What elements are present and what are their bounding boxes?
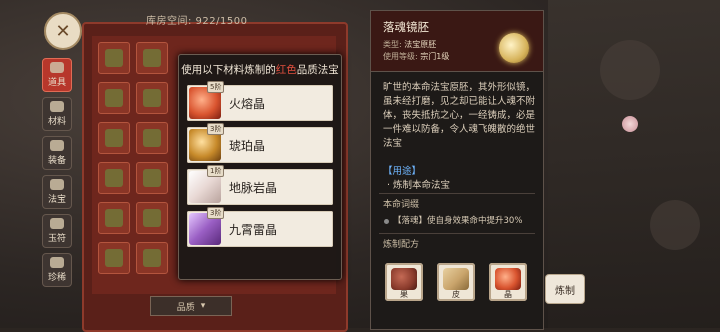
popup-title-quality: 红色 [275, 64, 297, 76]
tier-badge: 5阶 [207, 81, 225, 93]
item-detail-panel: 落魂镜胚 类型: 法宝原胚 使用等级: 宗门1级 旷世的本命法宝原胚，其外形似镜… [370, 10, 544, 330]
tab-materials[interactable]: 材料 [42, 97, 72, 131]
quality-label: 品质 [176, 302, 195, 313]
storage-cell[interactable] [136, 42, 168, 74]
flower-icon [622, 116, 638, 132]
storage-cell[interactable] [98, 42, 130, 74]
recipe-label: 皮 [452, 290, 460, 299]
jade-talisman-icon [50, 218, 64, 229]
ore-icon [50, 101, 64, 112]
chevron-down-icon: ▾ [200, 301, 206, 311]
affix-header: 本命词缀 [383, 200, 420, 210]
popup-title: 使用以下材料炼制的红色品质法宝 [179, 62, 341, 77]
craft-button[interactable]: 炼制 [546, 275, 584, 303]
recipe-slot[interactable]: 晶 [489, 263, 527, 301]
recipe-label: 果 [400, 290, 408, 299]
item-icon [143, 89, 161, 107]
tab-label: 材料 [47, 117, 66, 127]
divider [379, 233, 535, 234]
tab-label: 装备 [47, 156, 66, 166]
item-icon [105, 249, 123, 267]
material-item[interactable]: 1阶 地脉岩晶 [187, 165, 333, 205]
tab-label: 珍稀 [47, 273, 66, 283]
close-button[interactable]: ✕ [44, 12, 82, 50]
divider [379, 193, 535, 194]
bullet-icon [384, 219, 389, 224]
usage-text: · 炼制本命法宝 [387, 180, 451, 191]
recipe-slot[interactable]: 皮 [437, 263, 475, 301]
item-description: 旷世的本命法宝原胚，其外形似镜，虽未经打磨，见之却已能让人魂不附体，丧失抵抗之心… [383, 82, 536, 149]
category-nav: 道具 材料 装备 法宝 玉符 珍稀 [42, 58, 72, 292]
item-icon [105, 169, 123, 187]
armor-icon [50, 140, 64, 151]
material-name: 地脉岩晶 [229, 181, 278, 195]
rare-gem-icon [50, 257, 64, 268]
tier-badge: 1阶 [207, 165, 225, 177]
recipe-slot[interactable]: 果 [385, 263, 423, 301]
recipe-label: 晶 [504, 290, 512, 299]
storage-cell[interactable] [136, 202, 168, 234]
tab-label: 法宝 [47, 195, 66, 205]
type-label: 类型: [383, 40, 402, 49]
item-icon [105, 49, 123, 67]
storage-cell[interactable] [98, 242, 130, 274]
treasure-icon [50, 179, 64, 190]
item-icon [105, 129, 123, 147]
type-value: 法宝原胚 [404, 40, 437, 49]
tier-badge: 3阶 [207, 207, 225, 219]
tab-rare[interactable]: 珍稀 [42, 253, 72, 287]
item-icon [143, 169, 161, 187]
storage-cell[interactable] [136, 82, 168, 114]
item-icon [143, 49, 161, 67]
crystal-icon [495, 268, 521, 290]
tab-equipment[interactable]: 装备 [42, 136, 72, 170]
affix-effect: 【落魂】使自身效果命中提升30% [393, 216, 523, 226]
mirror-embryo-icon [499, 33, 529, 63]
recipe-header: 炼制配方 [383, 240, 420, 250]
materials-popup: 使用以下材料炼制的红色品质法宝 5阶 火熔晶 3阶 琥珀晶 1阶 地脉岩晶 3阶… [178, 54, 342, 280]
tab-label: 玉符 [47, 234, 66, 244]
storage-cell[interactable] [136, 242, 168, 274]
material-item[interactable]: 5阶 火熔晶 [187, 81, 333, 121]
storage-cell[interactable] [98, 162, 130, 194]
pouch-icon [50, 62, 64, 73]
item-icon [143, 249, 161, 267]
level-label: 使用等级: [383, 52, 418, 61]
item-title: 落魂镜胚 [383, 20, 429, 34]
bg-decoration [650, 200, 700, 250]
tab-label: 道具 [47, 78, 66, 88]
popup-title-prefix: 使用以下材料炼制的 [181, 64, 276, 76]
storage-cell[interactable] [98, 122, 130, 154]
material-item[interactable]: 3阶 琥珀晶 [187, 123, 333, 163]
level-value: 宗门1级 [420, 52, 450, 61]
material-name: 九霄雷晶 [229, 223, 278, 237]
tab-items[interactable]: 道具 [42, 58, 72, 92]
storage-cell[interactable] [98, 202, 130, 234]
item-level: 使用等级: 宗门1级 [383, 51, 449, 62]
material-name: 琥珀晶 [229, 139, 266, 153]
hide-icon [443, 268, 469, 290]
storage-cell[interactable] [136, 162, 168, 194]
item-icon [143, 209, 161, 227]
tier-badge: 3阶 [207, 123, 225, 135]
tab-jade-talisman[interactable]: 玉符 [42, 214, 72, 248]
storage-cell[interactable] [98, 82, 130, 114]
fruit-icon [391, 268, 417, 290]
item-icon [105, 209, 123, 227]
item-icon [105, 89, 123, 107]
bg-decoration [600, 40, 660, 100]
item-icon [143, 129, 161, 147]
item-type: 类型: 法宝原胚 [383, 39, 436, 50]
tab-treasure[interactable]: 法宝 [42, 175, 72, 209]
storage-cell[interactable] [136, 122, 168, 154]
storage-capacity: 库房空间: 922/1500 [146, 16, 248, 27]
close-icon: ✕ [55, 20, 71, 42]
material-name: 火熔晶 [229, 97, 266, 111]
quality-filter[interactable]: 品质 ▾ [150, 296, 232, 316]
usage-header: 【用途】 [383, 166, 422, 177]
popup-title-suffix: 品质法宝 [296, 64, 339, 76]
material-item[interactable]: 3阶 九霄雷晶 [187, 207, 333, 247]
